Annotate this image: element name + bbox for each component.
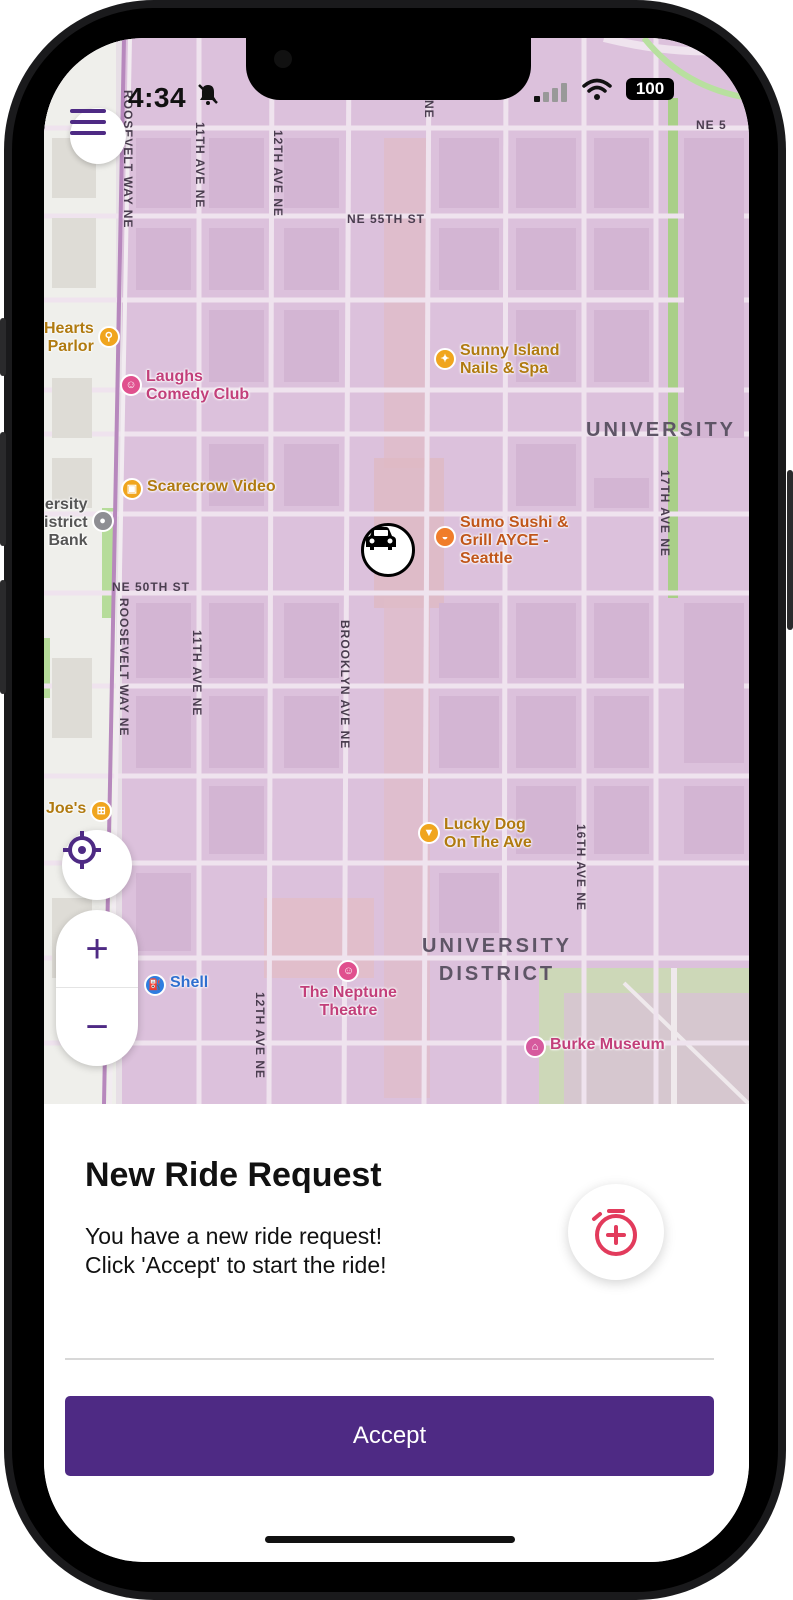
street-label: 12TH AVE NE xyxy=(253,992,267,1080)
car-icon[interactable] xyxy=(361,523,415,577)
poi-label: Scarecrow Video xyxy=(147,478,276,495)
poi-burke-museum[interactable]: ⌂ Burke Museum xyxy=(524,1036,665,1058)
poi-sumo-sushi[interactable]: ◒ Sumo Sushi & Grill AYCE - Seattle xyxy=(434,514,568,568)
side-button xyxy=(787,470,793,630)
street-label: 12TH AVE NE xyxy=(271,130,285,218)
poi-shell[interactable]: ⛽ Shell xyxy=(144,974,208,996)
street-label: 16TH AVE NE xyxy=(574,824,588,912)
screen: ROOSEVELT WAY NE ROOSEVELT WAY NE 11TH A… xyxy=(44,38,749,1562)
signal-icon xyxy=(534,83,567,102)
poi-joes[interactable]: Joe's ⊞ xyxy=(46,800,113,822)
street-label: NE 5 xyxy=(696,118,727,132)
street-label: NE 55TH ST xyxy=(347,212,426,226)
sheet-message: You have a new ride request! Click 'Acce… xyxy=(85,1223,387,1278)
menu-icon xyxy=(70,109,106,135)
theater-icon: ☺ xyxy=(337,960,360,982)
theater-icon: ☺ xyxy=(120,374,142,396)
street-label: NE 50TH ST xyxy=(112,580,191,594)
street-label: 11TH AVE NE xyxy=(193,122,207,209)
poi-label: ersity istrict Bank xyxy=(44,496,88,549)
locate-button[interactable] xyxy=(62,830,132,900)
dynamic-island xyxy=(246,38,531,100)
side-button xyxy=(0,318,6,376)
poi-scarecrow-video[interactable]: ▣ Scarecrow Video xyxy=(121,478,276,500)
poi-label: Shell xyxy=(170,974,209,991)
poi-neptune-theatre[interactable]: ☺ The Neptune Theatre xyxy=(300,960,397,1020)
zoom-out-button[interactable]: − xyxy=(56,988,138,1066)
street-label: 17TH AVE NE xyxy=(658,470,672,558)
bank-icon: ● xyxy=(91,510,114,532)
poi-label: Hearts Parlor xyxy=(44,320,94,355)
street-label: NE xyxy=(422,100,436,119)
street-label: 11TH AVE NE xyxy=(190,630,204,717)
street-label: ROOSEVELT WAY NE xyxy=(117,598,131,737)
wifi-icon xyxy=(582,78,612,100)
side-button xyxy=(0,432,6,546)
home-indicator[interactable] xyxy=(265,1536,515,1543)
poi-label: Sumo Sushi & Grill AYCE - Seattle xyxy=(460,514,569,567)
poi-bank[interactable]: ersity istrict Bank ● xyxy=(44,496,114,550)
map-view[interactable]: ROOSEVELT WAY NE ROOSEVELT WAY NE 11TH A… xyxy=(44,38,749,1104)
poi-label: Sunny Island Nails & Spa xyxy=(460,342,560,377)
shopping-bag-icon: ▣ xyxy=(121,478,143,500)
poi-label: Lucky Dog On The Ave xyxy=(444,816,532,851)
poi-hearts-parlor[interactable]: Hearts Parlor ⚲ xyxy=(44,320,120,356)
side-button xyxy=(0,580,6,694)
locate-icon xyxy=(63,831,101,869)
phone-frame: ROOSEVELT WAY NE ROOSEVELT WAY NE 11TH A… xyxy=(0,0,793,1600)
timer-cancel-icon xyxy=(592,1209,637,1256)
district-label: UNIVERSITY xyxy=(586,419,737,441)
bell-slash-icon xyxy=(198,84,218,105)
accept-button[interactable]: Accept xyxy=(65,1396,714,1476)
poi-lucky-dog[interactable]: ▼ Lucky Dog On The Ave xyxy=(418,816,532,852)
poi-sunny-island[interactable]: ✦ Sunny Island Nails & Spa xyxy=(434,342,560,378)
ride-request-sheet: New Ride Request You have a new ride req… xyxy=(44,1104,749,1562)
poi-laughs-comedy[interactable]: ☺ Laughs Comedy Club xyxy=(120,368,249,404)
shopping-icon: ⚲ xyxy=(97,326,120,348)
battery-indicator: 100 xyxy=(626,78,674,100)
street-label: BROOKLYN AVE NE xyxy=(338,620,352,750)
spa-icon: ✦ xyxy=(434,348,456,370)
cart-icon: ⊞ xyxy=(90,800,113,822)
poi-label: The Neptune Theatre xyxy=(300,984,397,1019)
clothing-icon: ▼ xyxy=(418,822,440,844)
poi-label: Joe's xyxy=(46,800,87,817)
poi-label: Burke Museum xyxy=(550,1036,665,1053)
camera-icon xyxy=(274,50,292,68)
museum-icon: ⌂ xyxy=(524,1036,546,1058)
divider xyxy=(65,1358,714,1360)
food-icon: ◒ xyxy=(434,526,456,548)
poi-label: Laughs Comedy Club xyxy=(146,368,250,403)
timer-cancel-button[interactable] xyxy=(568,1184,664,1280)
sheet-title: New Ride Request xyxy=(85,1156,382,1194)
zoom-in-button[interactable]: + xyxy=(56,910,138,988)
menu-button[interactable] xyxy=(70,108,126,164)
status-time: 4:34 xyxy=(128,82,187,113)
district-label: UNIVERSITY DISTRICT xyxy=(422,935,573,985)
zoom-control: + − xyxy=(56,910,138,1066)
gas-station-icon: ⛽ xyxy=(144,974,166,996)
